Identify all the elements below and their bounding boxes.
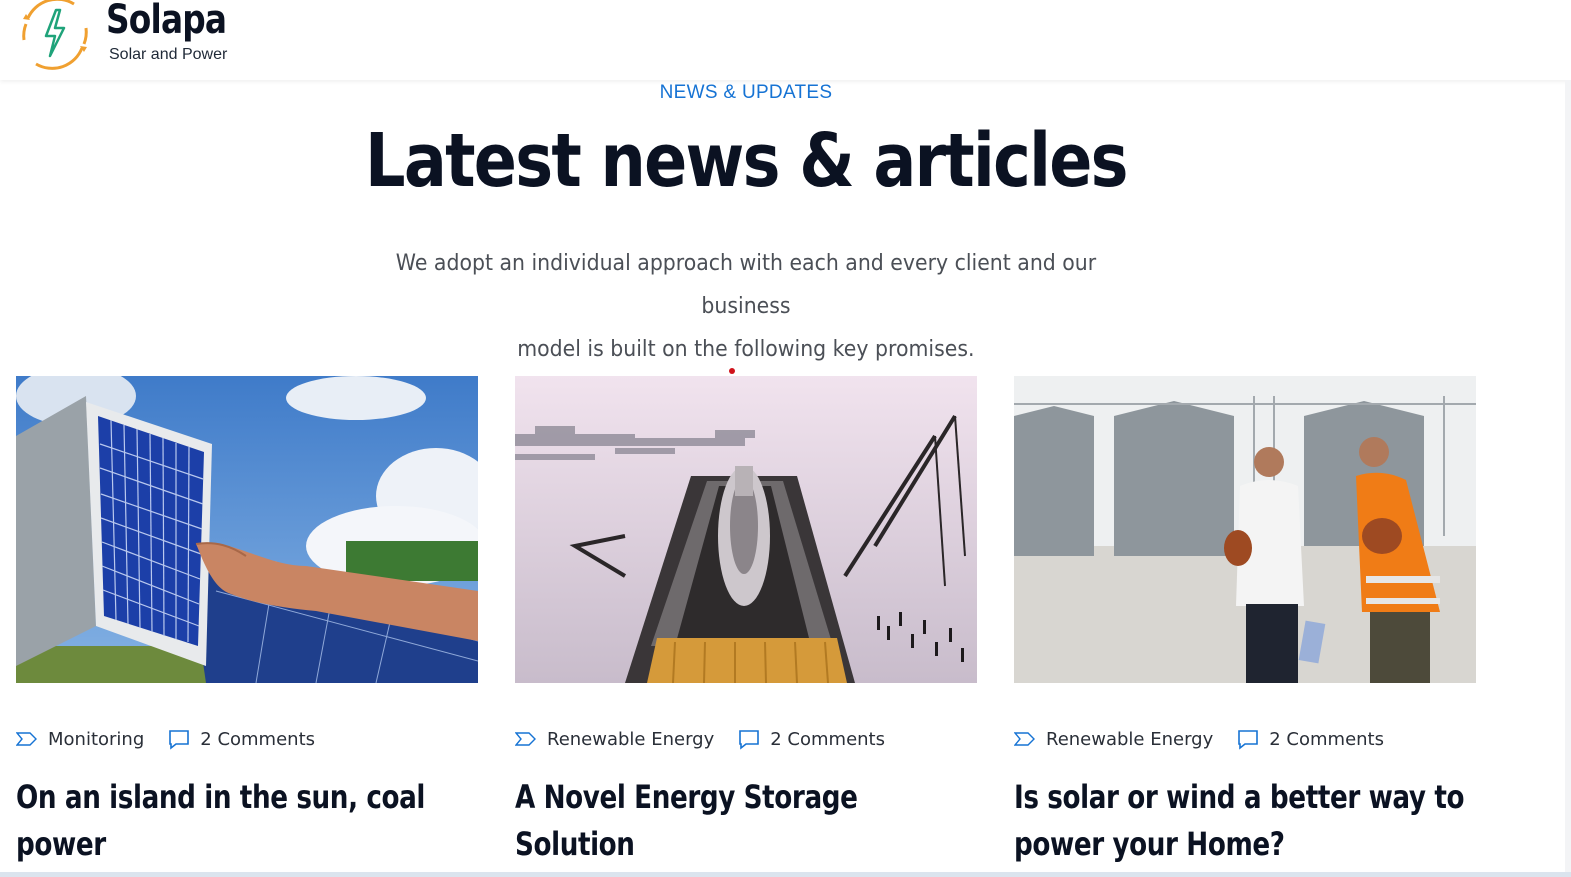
post-title-link[interactable]: A Novel Energy Storage Solution Featurin… <box>515 774 985 877</box>
section-lead: We adopt an individual approach with eac… <box>330 242 1162 371</box>
post-title-line-2: power your Home? <box>1014 825 1285 863</box>
post-category-link[interactable]: Monitoring <box>48 729 144 750</box>
section-eyebrow: NEWS & UPDATES <box>659 82 833 103</box>
post-comments-link[interactable]: 2 Comments <box>770 729 885 750</box>
section-title-text: Latest news & articles <box>365 118 1129 204</box>
post-title-link[interactable]: Is solar or wind a better way to power y… <box>1014 774 1484 868</box>
logo-link[interactable]: Solapa Solar and Power <box>16 0 253 72</box>
post-meta: Renewable Energy 2 Comments <box>515 728 885 750</box>
news-card: Renewable Energy 2 Comments Is solar or … <box>1014 376 1476 863</box>
comment-icon <box>169 730 190 750</box>
post-category-link[interactable]: Renewable Energy <box>1046 729 1213 750</box>
post-title-link[interactable]: On an island in the sun, coal power is k… <box>16 774 486 877</box>
site-header: Solapa Solar and Power <box>0 0 1571 80</box>
post-title-line-1: A Novel Energy Storage Solution <box>515 778 858 863</box>
post-category-link[interactable]: Renewable Energy <box>547 729 714 750</box>
lead-line-1: We adopt an individual approach with eac… <box>395 251 1097 319</box>
brand-text: Solapa Solar and Power <box>106 0 253 64</box>
post-meta: Renewable Energy 2 Comments <box>1014 728 1384 750</box>
bottom-edge-strip <box>0 872 1571 877</box>
brand-name: Solapa <box>106 0 227 43</box>
post-comments-link[interactable]: 2 Comments <box>200 729 315 750</box>
post-title-line-1: Is solar or wind a better way to <box>1014 778 1465 816</box>
section-title: Latest news & articles <box>0 118 1492 204</box>
post-image-solar-panel[interactable] <box>16 376 478 683</box>
tag-icon <box>515 732 536 746</box>
red-dot <box>729 368 735 374</box>
scrollbar-track[interactable] <box>1565 80 1571 877</box>
tag-icon <box>16 732 37 746</box>
post-image-dry-dock[interactable] <box>515 376 977 683</box>
brand-tagline: Solar and Power <box>109 46 228 63</box>
news-card: Monitoring 2 Comments On an island in th… <box>16 376 478 877</box>
tag-icon <box>1014 732 1035 746</box>
comment-icon <box>739 730 760 750</box>
lead-line-2: model is built on the following key prom… <box>517 337 975 362</box>
post-image-engineers-silos[interactable] <box>1014 376 1476 683</box>
comment-icon <box>1238 730 1259 750</box>
post-comments-link[interactable]: 2 Comments <box>1269 729 1384 750</box>
logo-bolt-icon <box>22 0 88 70</box>
news-card: Renewable Energy 2 Comments A Novel Ener… <box>515 376 977 877</box>
post-title-line-1: On an island in the sun, coal power <box>16 778 426 863</box>
post-meta: Monitoring 2 Comments <box>16 728 315 750</box>
